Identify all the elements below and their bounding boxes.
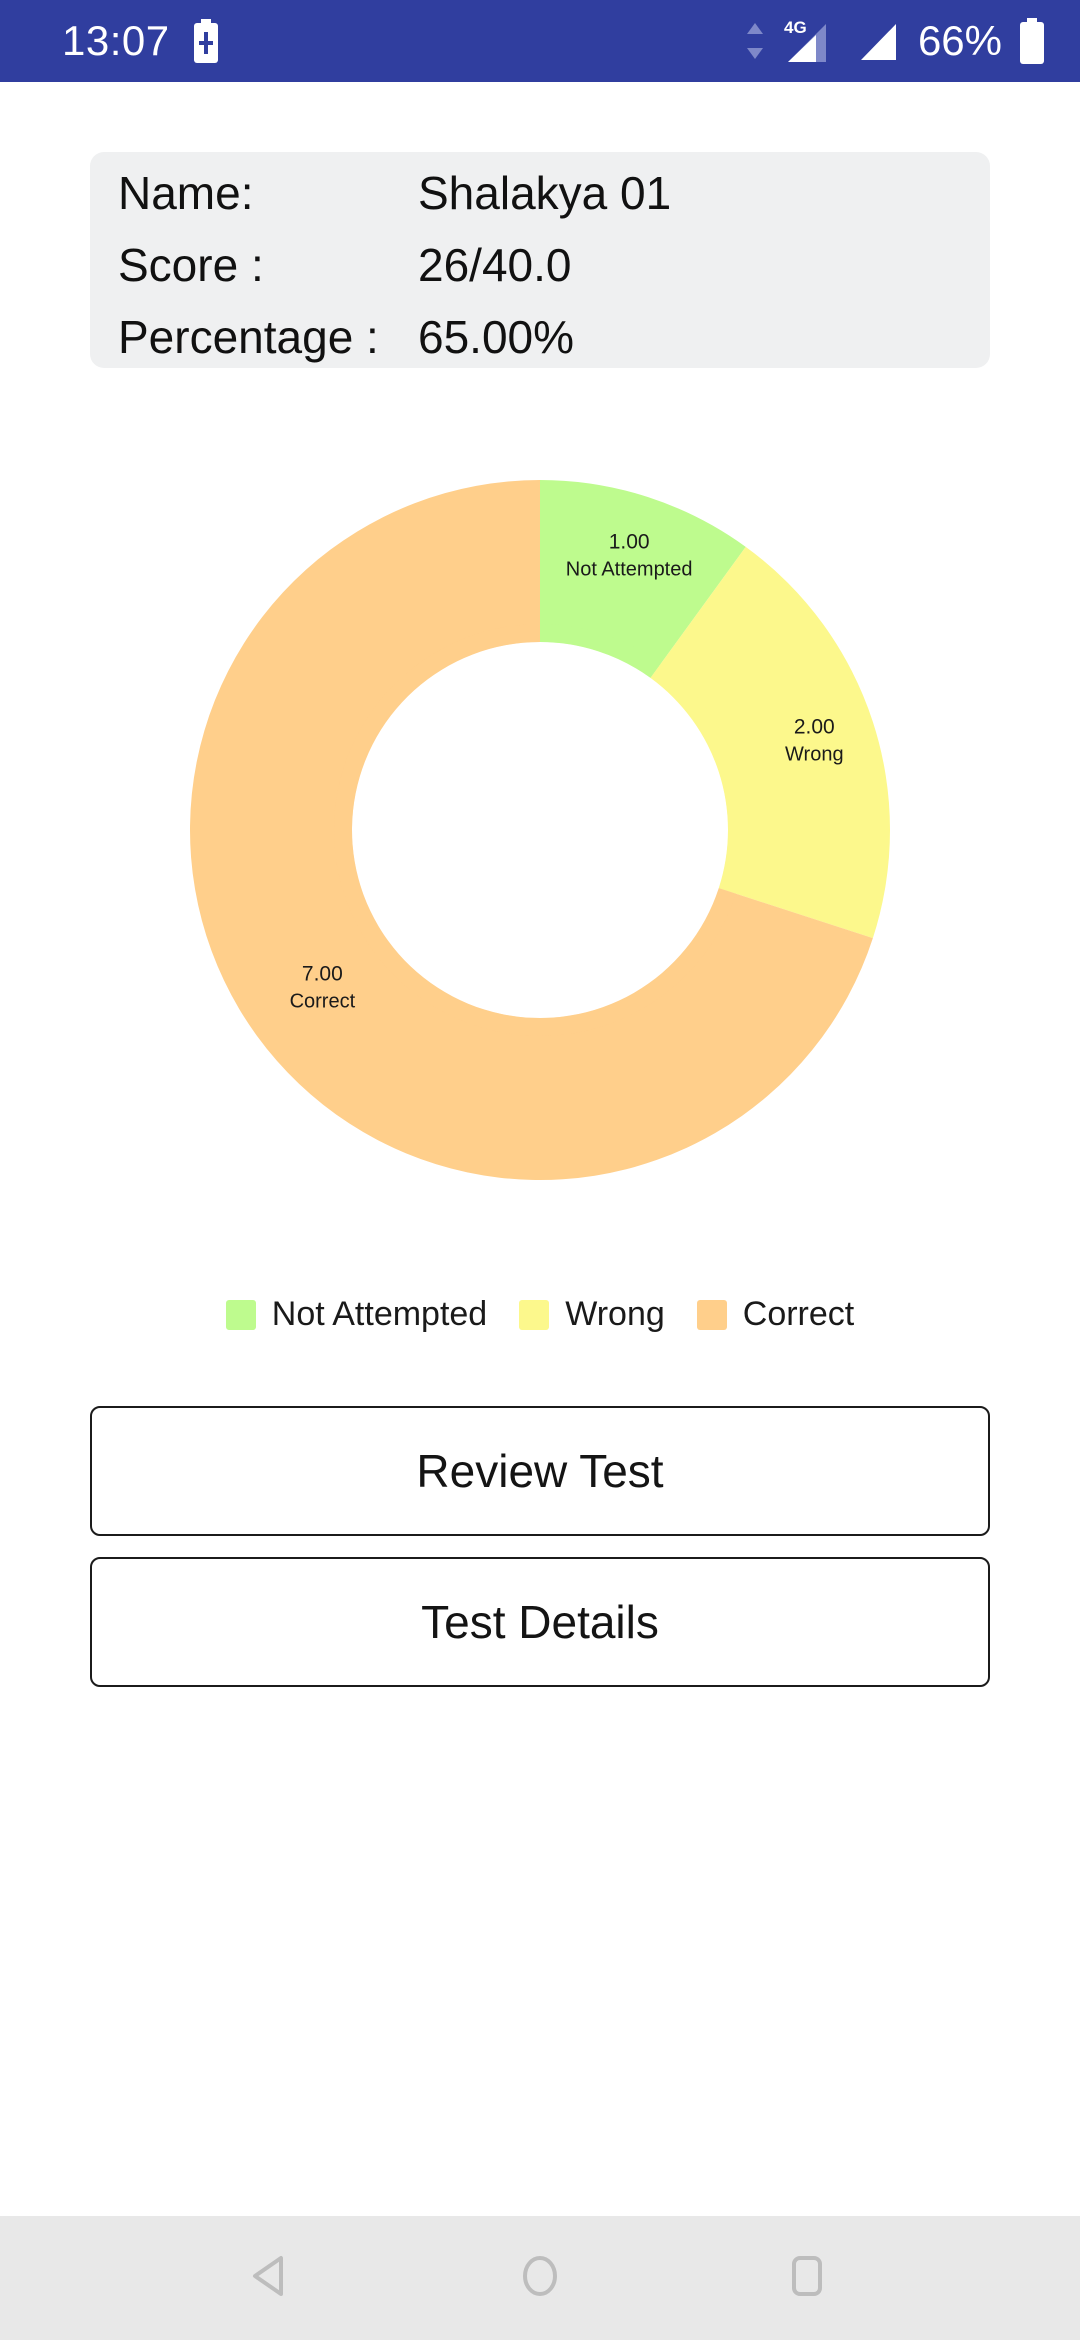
test-details-button[interactable]: Test Details [90,1557,990,1687]
percentage-value: 65.00% [418,311,575,363]
android-navigation-bar [0,2216,1080,2340]
signal-icon [856,18,902,64]
status-bar-clock: 13:07 [62,17,170,64]
legend-label: Not Attempted [271,1295,488,1333]
legend-label: Wrong [565,1295,665,1333]
percentage-label: Percentage : [118,311,379,363]
app-screen: 13:07 4G 66% Name: Shalakya 01 Score: 2… [0,0,1080,2340]
legend-label: Correct [742,1295,855,1333]
result-row-score: Score : 26/40.0 [90,238,990,310]
home-icon [514,2250,566,2307]
status-bar: 13:07 4G 66% [0,0,1080,82]
recents-button[interactable] [747,2216,867,2340]
result-row-percentage: Percentage : 65.00% [90,310,990,382]
result-donut-chart: 1.00 Not Attempted 2.00 Wrong 7.00 Correct [0,460,1080,1200]
chart-legend: Not Attempted Wrong Correct [0,1295,1080,1334]
legend-swatch-icon [696,1299,727,1330]
status-bar-left: 13:07 [62,19,220,63]
name-value: Shalakya 01 [418,167,672,219]
score-value: 26/40.0 [418,239,572,291]
donut-slice-group [189,480,890,1180]
data-transfer-icon [744,21,766,61]
review-test-button[interactable]: Review Test [90,1406,990,1536]
back-button[interactable] [213,2216,333,2340]
svg-text:4G: 4G [784,18,807,37]
recents-icon [781,2250,833,2307]
battery-percent-label: 66% [917,17,1002,64]
donut-svg [189,480,890,1180]
legend-item[interactable]: Correct [696,1295,855,1334]
charging-battery-icon [192,19,220,63]
legend-swatch-icon [519,1299,550,1330]
status-bar-right: 4G 66% [744,18,1046,64]
name-label: Name: [118,167,254,219]
legend-item[interactable]: Not Attempted [225,1295,488,1334]
battery-icon [1018,18,1046,64]
legend-swatch-icon [225,1299,256,1330]
home-button[interactable] [480,2216,600,2340]
back-icon [247,2250,299,2307]
signal-4g-icon: 4G [782,18,840,64]
score-label: Score : [118,239,264,291]
result-row-name: Name: Shalakya 01 [90,166,990,238]
result-summary-card: Name: Shalakya 01 Score : 26/40.0 Percen… [90,152,990,368]
legend-item[interactable]: Wrong [519,1295,665,1334]
